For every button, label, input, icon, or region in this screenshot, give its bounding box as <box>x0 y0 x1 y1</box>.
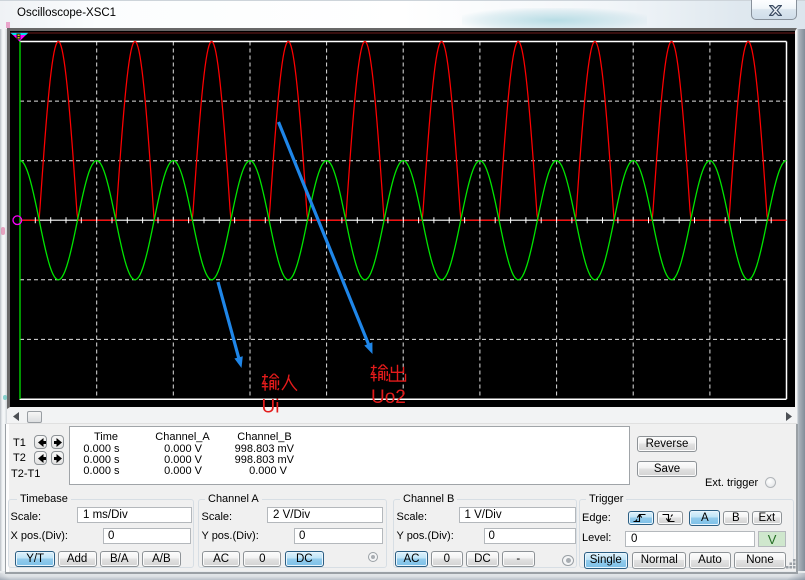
svg-text:Ui: Ui <box>262 397 280 418</box>
svg-text:Uo2: Uo2 <box>371 387 406 408</box>
